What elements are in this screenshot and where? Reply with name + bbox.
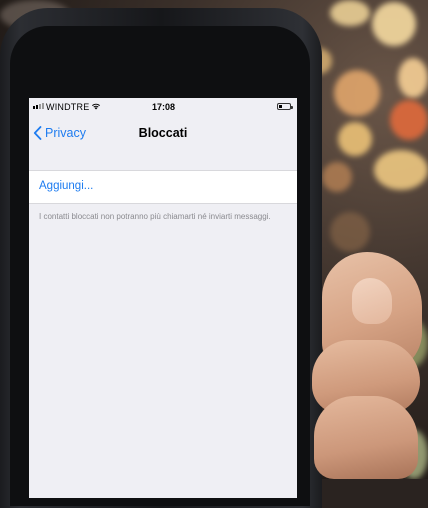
bokeh-light <box>322 162 352 192</box>
add-contact-cell[interactable]: Aggiungi... <box>29 170 297 204</box>
bokeh-light <box>390 100 428 140</box>
wifi-icon <box>91 102 101 112</box>
bokeh-light <box>330 0 370 26</box>
bokeh-light <box>334 70 380 116</box>
navigation-bar: Privacy Bloccati <box>29 118 297 150</box>
hand-finger <box>314 396 418 479</box>
bokeh-light <box>372 2 416 46</box>
status-bar: WINDTRE 17:08 <box>29 98 297 118</box>
thumb-nail <box>352 278 392 324</box>
signal-icon <box>33 103 44 109</box>
page-title: Bloccati <box>138 126 188 140</box>
status-time: 17:08 <box>152 102 176 112</box>
bokeh-light <box>338 122 372 156</box>
blocked-contacts-footnote: I contatti bloccati non potranno più chi… <box>39 212 271 221</box>
add-contact-label: Aggiungi... <box>39 180 94 192</box>
battery-icon <box>277 103 293 110</box>
carrier-name: WINDTRE <box>46 102 90 112</box>
bokeh-light <box>398 58 428 98</box>
phone-screen: WINDTRE 17:08 Privacy Bloccati Aggiungi.… <box>29 98 297 498</box>
bokeh-light <box>374 150 428 190</box>
bokeh-light <box>330 212 370 252</box>
